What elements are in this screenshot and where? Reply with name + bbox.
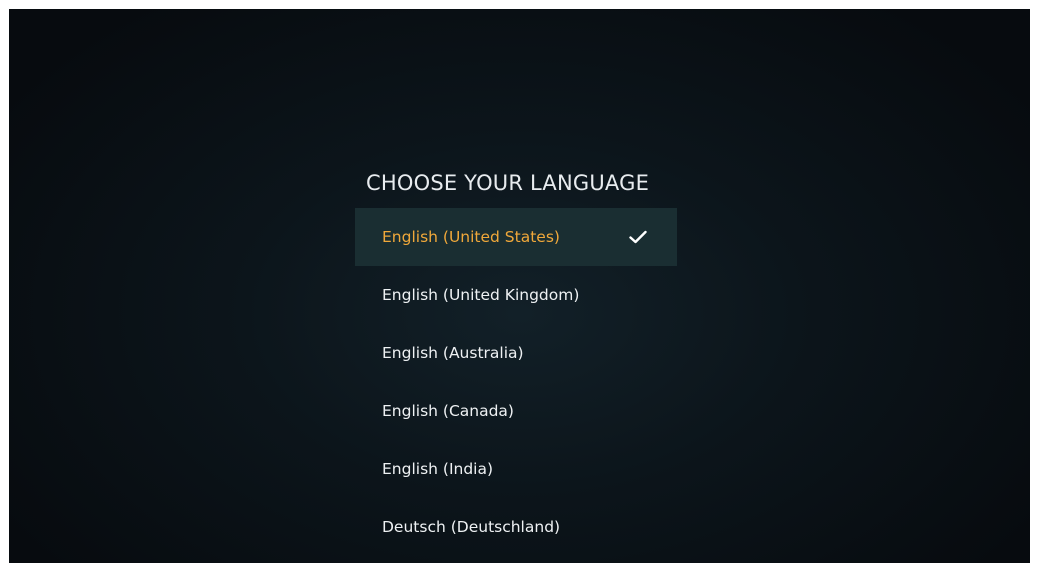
tv-screen: CHOOSE YOUR LANGUAGE English (United Sta… — [9, 9, 1030, 563]
language-list: English (United States) English (United … — [355, 208, 677, 556]
language-option-en-ca[interactable]: English (Canada) — [355, 382, 677, 440]
language-picker: CHOOSE YOUR LANGUAGE English (United Sta… — [355, 164, 677, 556]
checkmark-icon — [629, 208, 647, 266]
language-option-en-in[interactable]: English (India) — [355, 440, 677, 498]
checkmark-icon-glyph — [629, 230, 647, 244]
language-option-de-de[interactable]: Deutsch (Deutschland) — [355, 498, 677, 556]
language-option-label: Deutsch (Deutschland) — [382, 518, 561, 536]
language-option-label: English (United States) — [382, 228, 560, 246]
language-option-label: English (United Kingdom) — [382, 286, 580, 304]
language-option-label: English (India) — [382, 460, 494, 478]
language-option-en-us[interactable]: English (United States) — [355, 208, 677, 266]
language-option-label: English (Australia) — [382, 344, 524, 362]
language-option-en-uk[interactable]: English (United Kingdom) — [355, 266, 677, 324]
language-option-label: English (Canada) — [382, 402, 514, 420]
page-title: CHOOSE YOUR LANGUAGE — [366, 171, 650, 195]
language-option-en-au[interactable]: English (Australia) — [355, 324, 677, 382]
